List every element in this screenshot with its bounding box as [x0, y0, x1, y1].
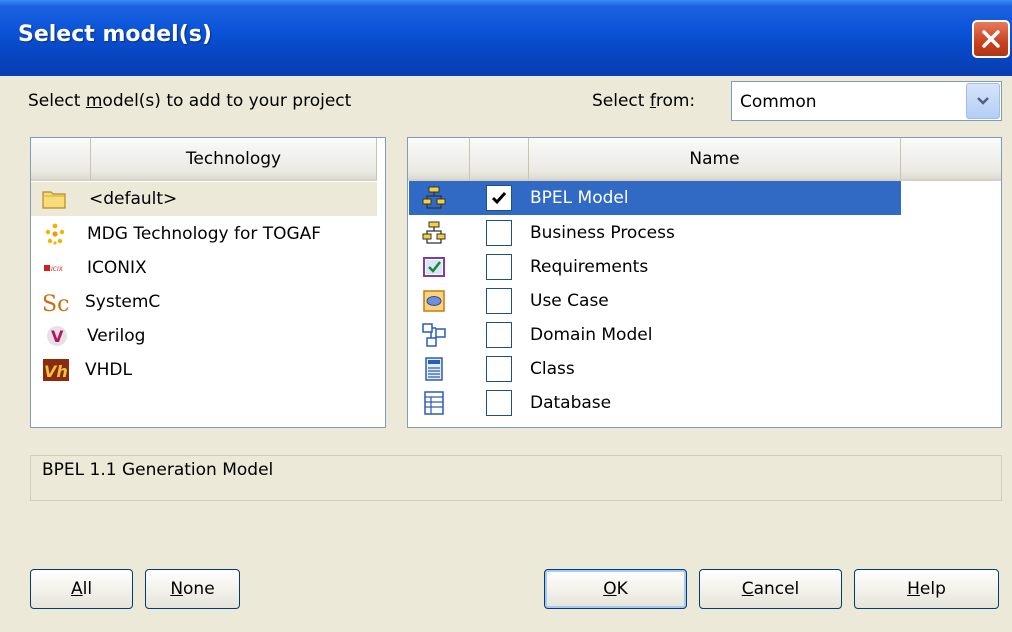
filler-column-header	[901, 138, 1001, 181]
all-button[interactable]: All	[30, 569, 133, 609]
title-bar[interactable]: Select model(s)	[0, 0, 1012, 76]
ok-button[interactable]: OK	[544, 569, 687, 609]
dropdown-button[interactable]	[966, 83, 1000, 119]
close-button[interactable]	[972, 20, 1010, 58]
technology-item[interactable]: MDG Technology for TOGAF	[31, 217, 377, 251]
technology-item-label: SystemC	[85, 292, 161, 312]
technology-item[interactable]: V Verilog	[31, 319, 377, 353]
use-case-icon	[423, 290, 445, 312]
togaf-icon	[45, 223, 65, 245]
model-checkbox[interactable]	[486, 185, 512, 211]
model-row[interactable]: Requirements	[409, 250, 901, 284]
iconix-icon: ICIX	[44, 265, 64, 273]
model-checkbox[interactable]	[486, 390, 512, 416]
dropdown-value: Common	[740, 92, 817, 112]
technology-item[interactable]: <default>	[31, 182, 377, 216]
model-row-label: Use Case	[530, 291, 609, 311]
technology-item-label: <default>	[89, 189, 178, 209]
model-row[interactable]: Domain Model	[409, 318, 901, 352]
icon-column-header[interactable]	[408, 138, 470, 181]
model-row[interactable]: Business Process	[409, 216, 901, 250]
description-text: BPEL 1.1 Generation Model	[42, 460, 274, 480]
model-row[interactable]: Database	[409, 386, 901, 420]
none-button[interactable]: None	[145, 569, 240, 609]
technology-item-label: MDG Technology for TOGAF	[87, 224, 322, 244]
chevron-down-icon	[977, 97, 989, 105]
svg-text:Vh: Vh	[44, 362, 68, 381]
vhdl-icon: Vh	[43, 359, 69, 381]
technology-item-label: VHDL	[85, 360, 132, 380]
database-icon	[424, 391, 444, 415]
select-models-dialog: Select model(s) Select model(s) to add t…	[0, 0, 1012, 632]
model-row[interactable]: BPEL Model	[409, 181, 901, 215]
model-checkbox[interactable]	[486, 254, 512, 280]
description-box: BPEL 1.1 Generation Model	[30, 455, 1002, 501]
model-checkbox[interactable]	[486, 322, 512, 348]
technology-item[interactable]: Vh VHDL	[31, 353, 377, 387]
systemc-icon: Sc	[42, 292, 69, 314]
checkmark-icon	[491, 192, 507, 205]
class-icon	[425, 357, 443, 381]
model-row-label: Business Process	[530, 223, 675, 243]
cancel-button[interactable]: Cancel	[699, 569, 842, 609]
close-icon	[982, 30, 1000, 48]
svg-text:ICIX: ICIX	[51, 266, 64, 273]
select-from-dropdown[interactable]: Common	[731, 81, 1002, 121]
technology-item[interactable]: Sc SystemC	[31, 285, 377, 319]
name-column-header[interactable]: Name	[529, 138, 901, 181]
technology-column-header[interactable]: Technology	[91, 138, 377, 181]
window-title: Select model(s)	[18, 22, 212, 47]
model-list[interactable]: Name BPEL Model Business Process Require…	[407, 137, 1002, 428]
model-row[interactable]: Use Case	[409, 284, 901, 318]
model-row[interactable]: Class	[409, 352, 901, 386]
model-row-label: Database	[530, 393, 612, 413]
technology-item-label: Verilog	[87, 326, 146, 346]
model-row-label: Domain Model	[530, 325, 653, 345]
technology-item[interactable]: ICIX ICONIX	[31, 251, 377, 285]
business-process-icon	[422, 221, 446, 244]
technology-list[interactable]: Technology <default> MDG Technology for …	[30, 137, 386, 428]
technology-icon-column-header[interactable]	[31, 138, 91, 181]
verilog-icon: V	[47, 326, 67, 346]
select-from-label: Select from:	[592, 91, 696, 111]
model-checkbox[interactable]	[486, 288, 512, 314]
requirements-icon	[423, 257, 445, 277]
model-row-label: Requirements	[530, 257, 649, 277]
model-checkbox[interactable]	[486, 356, 512, 382]
model-row-label: Class	[530, 359, 575, 379]
svg-text:V: V	[51, 327, 64, 346]
model-checkbox[interactable]	[486, 220, 512, 246]
model-row-label: BPEL Model	[530, 188, 629, 208]
svg-text:Sc: Sc	[42, 292, 69, 314]
check-column-header[interactable]	[470, 138, 529, 181]
domain-model-icon	[422, 323, 446, 347]
bpel-icon	[422, 186, 446, 209]
help-button[interactable]: Help	[854, 569, 999, 609]
technology-item-label: ICONIX	[87, 258, 147, 278]
instruction-label: Select model(s) to add to your project	[28, 91, 352, 111]
folder-icon	[42, 191, 66, 209]
